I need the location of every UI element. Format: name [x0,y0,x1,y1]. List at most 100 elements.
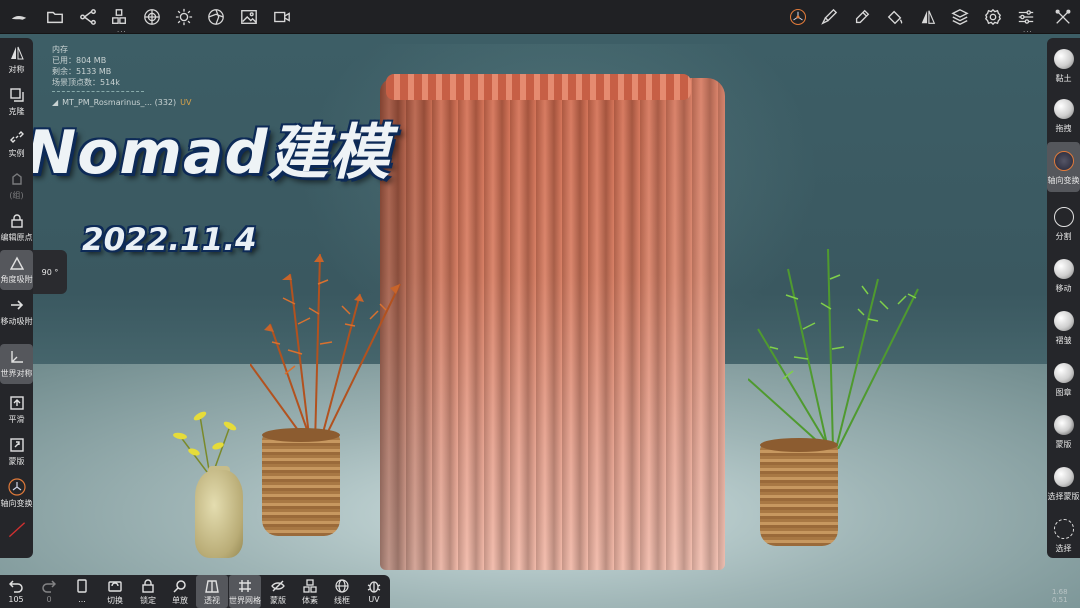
tool-axis-transform[interactable]: 轴向变换 [1047,142,1080,192]
uv-button[interactable]: UV [358,575,390,608]
tool-select-mask[interactable]: 选择蒙版 [1047,458,1080,508]
image-icon[interactable] [238,6,260,28]
angle-snap-value[interactable]: 90 ° [33,250,67,294]
curtain-top-gathers [386,74,691,100]
bottom-mask-label: 蒙版 [270,596,286,605]
rosemary-plant-left[interactable] [249,244,410,445]
tool-select[interactable]: 选择 [1047,510,1080,560]
tool-move[interactable]: 移动 [1047,250,1080,300]
version-readout: 1.68 0.51 [1052,588,1068,604]
mask-button[interactable]: 蒙版 [0,432,33,472]
left-toolbar: 对称 克隆 实例 (组) 编辑原点 角度吸附 移动吸附 世界对称 平滑 蒙版 轴… [0,38,33,558]
stats-overlay: 内存 已用：804 MB 剩余：5133 MB 场景顶点数：514k ◢ MT_… [52,44,191,108]
smooth-label: 平滑 [8,415,25,424]
folder-icon[interactable] [44,6,66,28]
move-snap-button[interactable]: 移动吸附 [0,292,33,332]
drag-label: 拖拽 [1055,124,1072,133]
select-mask-sphere-icon [1053,467,1074,487]
layers-icon[interactable] [949,6,971,28]
eye-slash-icon [270,578,286,594]
single-button[interactable]: 单放 [164,575,196,608]
tool-mask[interactable]: 蒙版 [1047,406,1080,456]
headline-date: 2022.11.4 [82,222,257,258]
version-line-2: 0.51 [1052,596,1068,604]
mask-flower-icon [1053,415,1074,435]
rosemary-plant-right[interactable] [747,248,923,450]
symmetry-button[interactable]: 对称 [0,40,33,80]
tool-crease[interactable]: 褶皱 [1047,302,1080,352]
smooth-button[interactable]: 平滑 [0,390,33,430]
basket-pot-right-rim [760,438,838,452]
eyedropper-icon[interactable] [851,6,873,28]
stamp-label: 图章 [1055,388,1072,397]
paint-brush-icon[interactable] [818,6,840,28]
mesh-name: MT_PM_Rosmarinus_... (332) [62,98,177,107]
camera-video-icon[interactable] [271,6,293,28]
undo-button[interactable]: 105 [0,575,32,608]
perspective-icon [204,578,220,594]
light-sun-icon[interactable] [173,6,195,28]
symmetry-icon[interactable] [917,6,939,28]
bug-icon [366,578,382,594]
settings-gear-icon[interactable] [982,6,1004,28]
group-button[interactable]: (组) [0,166,33,206]
undo-count: 105 [8,595,24,604]
redo-icon [41,578,57,594]
curtain-shading [380,78,725,570]
wireframe-button[interactable]: 线框 [326,575,358,608]
tool-drag[interactable]: 拖拽 [1047,90,1080,140]
clone-icon [8,86,26,104]
bottom-mask-button[interactable]: 蒙版 [262,575,294,608]
angle-snap-button[interactable]: 角度吸附 [0,250,33,290]
world-symmetry-label: 世界对称 [0,369,33,378]
smooth-icon [8,394,26,412]
clone-label: 克隆 [8,107,25,116]
redo-button[interactable]: 0 [33,575,65,608]
more-indicator-right: ... [1023,26,1033,34]
axis-gizmo-small-icon [7,478,26,496]
perspective-button[interactable]: 透视 [196,575,228,608]
color-slider-button[interactable] [0,516,33,556]
axis-transform-tool-label: 轴向变换 [1047,176,1080,185]
mesh-uv-tag: UV [180,98,192,107]
axis-transform-button[interactable]: 轴向变换 [0,474,33,514]
voxel-button[interactable]: 体素 [294,575,326,608]
magnifier-icon [172,578,188,594]
group-label: (组) [9,191,24,200]
scene-graph-icon[interactable] [77,6,99,28]
clay-label: 黏土 [1055,74,1072,83]
clay-sphere-icon [1053,49,1074,69]
sliders-icon[interactable] [1015,6,1037,28]
single-label: 单放 [172,596,188,605]
more-button[interactable]: ... [66,575,98,608]
tool-split[interactable]: 分割 [1047,198,1080,248]
selected-mesh-row[interactable]: ◢ MT_PM_Rosmarinus_... (332) UV [52,97,191,108]
voxel-cubes-icon [302,578,318,594]
edit-origin-label: 编辑原点 [0,233,33,242]
redo-count: 0 [46,595,52,604]
primitives-icon[interactable] [108,6,130,28]
select-label: 选择 [1055,544,1072,553]
clone-button[interactable]: 克隆 [0,82,33,122]
tools-icon[interactable] [1052,6,1074,28]
split-label: 分割 [1055,232,1072,241]
axes-icon [8,348,26,366]
switch-button[interactable]: 切换 [99,575,131,608]
fill-bucket-icon[interactable] [884,6,906,28]
tool-stamp[interactable]: 图章 [1047,354,1080,404]
nomad-logo-icon[interactable] [8,6,30,28]
shading-icon[interactable] [205,6,227,28]
version-line-1: 1.68 [1052,588,1068,596]
world-grid-button[interactable]: 世界网格 [229,575,261,608]
edit-origin-button[interactable]: 编辑原点 [0,208,33,248]
select-mask-label: 选择蒙版 [1047,492,1080,501]
instance-button[interactable]: 实例 [0,124,33,164]
tool-clay[interactable]: 黏土 [1047,40,1080,90]
lock-button[interactable]: 锁定 [132,575,164,608]
voxel-label: 体素 [302,596,318,605]
world-symmetry-button[interactable]: 世界对称 [0,344,33,384]
switch-icon [107,578,123,594]
topology-icon[interactable] [141,6,163,28]
mask-label: 蒙版 [8,457,25,466]
axis-gizmo-icon[interactable] [786,5,810,29]
